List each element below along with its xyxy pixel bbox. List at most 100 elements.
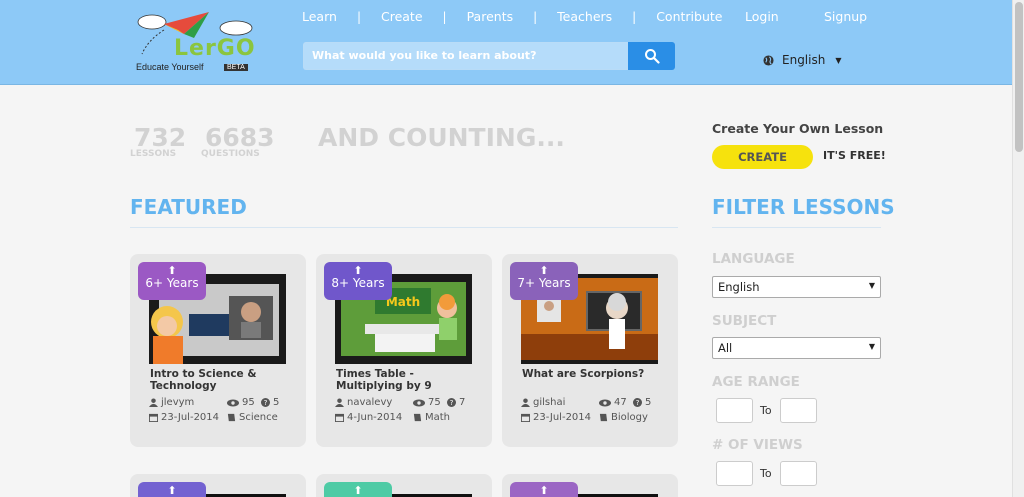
nav-learn[interactable]: Learn (302, 9, 337, 24)
language-selector[interactable]: English ▼ (763, 53, 842, 67)
lesson-card[interactable]: ⬆ (130, 474, 306, 497)
nav-contribute[interactable]: Contribute (656, 9, 722, 24)
language-filter-label: LANGUAGE (712, 251, 795, 267)
lesson-card[interactable]: ⬆ 8+ Years Math Times Table - Multiplyin… (316, 254, 492, 447)
page-scrollbar[interactable] (1012, 0, 1024, 497)
user-icon (149, 398, 158, 407)
lergo-logo[interactable]: LerGO Educate Yourself BETA (134, 8, 255, 74)
create-lesson-heading: Create Your Own Lesson (712, 121, 884, 136)
lesson-views: 47 (599, 397, 627, 408)
book-icon (599, 413, 608, 422)
arrow-up-icon: ⬆ (539, 264, 549, 277)
arrow-up-icon: ⬆ (353, 484, 363, 497)
scrollbar-thumb[interactable] (1015, 2, 1023, 152)
question-icon: ? (447, 398, 456, 407)
age-text: 8+ Years (331, 276, 385, 290)
nav-separator: | (632, 9, 637, 24)
user-icon (521, 398, 530, 407)
lesson-title[interactable]: What are Scorpions? (522, 368, 662, 380)
book-icon (413, 413, 422, 422)
arrow-up-icon: ⬆ (167, 264, 177, 277)
chevron-down-icon: ▼ (835, 55, 842, 65)
search-input[interactable]: What would you like to learn about? (303, 42, 628, 70)
svg-text:?: ? (264, 398, 268, 407)
arrow-up-icon: ⬆ (353, 264, 363, 277)
lesson-card[interactable]: ⬆ 6+ Years Intro to Science & Technology… (130, 254, 306, 447)
search-icon (644, 49, 660, 64)
views-count: 75 (428, 397, 441, 408)
nav-teachers[interactable]: Teachers (557, 9, 612, 24)
chevron-down-icon: ▼ (868, 281, 875, 290)
featured-title: FEATURED (130, 195, 247, 219)
nav-create[interactable]: Create (381, 9, 423, 24)
featured-divider (130, 227, 678, 228)
nav-separator: | (442, 9, 447, 24)
lesson-card[interactable]: ⬆ (502, 474, 678, 497)
views-filter-label: # OF VIEWS (712, 437, 803, 453)
subject-filter-value: All (718, 341, 733, 355)
age-badge: ⬆ (138, 482, 206, 497)
lesson-title[interactable]: Intro to Science & Technology (150, 368, 290, 392)
lesson-title[interactable]: Times Table - Multiplying by 9 (336, 368, 476, 392)
arrow-up-icon: ⬆ (167, 484, 177, 497)
nav-separator: | (533, 9, 538, 24)
calendar-icon (335, 413, 344, 422)
to-label: To (760, 404, 772, 417)
arrow-up-icon: ⬆ (539, 484, 549, 497)
logo-tagline: Educate Yourself (136, 62, 204, 72)
nav-separator: | (356, 9, 361, 24)
lesson-subject[interactable]: Science (227, 412, 278, 423)
lesson-subject[interactable]: Math (413, 412, 450, 423)
lesson-subject[interactable]: Biology (599, 412, 648, 423)
calendar-icon (521, 413, 530, 422)
nav-parents[interactable]: Parents (467, 9, 514, 24)
date-text: 23-Jul-2014 (533, 412, 592, 423)
free-text: IT'S FREE! (823, 149, 886, 162)
login-link[interactable]: Login (745, 9, 779, 24)
lesson-author[interactable]: navalevy (335, 397, 392, 408)
questions-count: 5 (645, 397, 652, 408)
age-badge: ⬆ (510, 482, 578, 497)
author-name: jlevym (161, 397, 195, 408)
subject-text: Science (239, 412, 278, 423)
language-filter-select[interactable]: English ▼ (712, 276, 881, 298)
date-text: 23-Jul-2014 (161, 412, 220, 423)
language-filter-value: English (718, 280, 760, 294)
lesson-questions: ? 5 (633, 397, 651, 408)
age-badge: ⬆ 7+ Years (510, 262, 578, 300)
main-nav: Learn | Create | Parents | Teachers | Co… (302, 9, 722, 24)
lesson-card[interactable]: ⬆ 7+ Years What are Scorpions? gilshai 4… (502, 254, 678, 447)
beta-badge: BETA (224, 64, 248, 71)
calendar-icon (149, 413, 158, 422)
eye-icon (413, 399, 425, 406)
age-min-input[interactable] (716, 398, 753, 423)
eye-icon (599, 399, 611, 406)
views-min-input[interactable] (716, 461, 753, 486)
author-name: navalevy (347, 397, 393, 408)
questions-count: 6683 (205, 123, 275, 152)
lesson-author[interactable]: jlevym (149, 397, 194, 408)
lesson-views: 75 (413, 397, 441, 408)
age-text: 6+ Years (145, 276, 199, 290)
age-max-input[interactable] (780, 398, 817, 423)
question-icon: ? (633, 398, 642, 407)
lesson-card[interactable]: ⬆ (316, 474, 492, 497)
date-text: 4-Jun-2014 (347, 412, 403, 423)
lesson-author[interactable]: gilshai (521, 397, 565, 408)
create-button[interactable]: CREATE (712, 145, 813, 169)
subject-filter-select[interactable]: All ▼ (712, 337, 881, 359)
questions-count: 5 (273, 397, 280, 408)
counting-text: AND COUNTING... (318, 123, 565, 152)
views-max-input[interactable] (780, 461, 817, 486)
lesson-date: 4-Jun-2014 (335, 412, 402, 423)
search-bar: What would you like to learn about? (303, 42, 675, 70)
signup-link[interactable]: Signup (824, 9, 867, 24)
age-text: 7+ Years (517, 276, 571, 290)
question-icon: ? (261, 398, 270, 407)
lessons-count: 732 (134, 123, 187, 152)
search-button[interactable] (628, 42, 675, 70)
questions-count: 7 (459, 397, 466, 408)
language-label: English (782, 53, 826, 67)
lessons-label: LESSONS (130, 149, 177, 159)
subject-text: Biology (611, 412, 648, 423)
